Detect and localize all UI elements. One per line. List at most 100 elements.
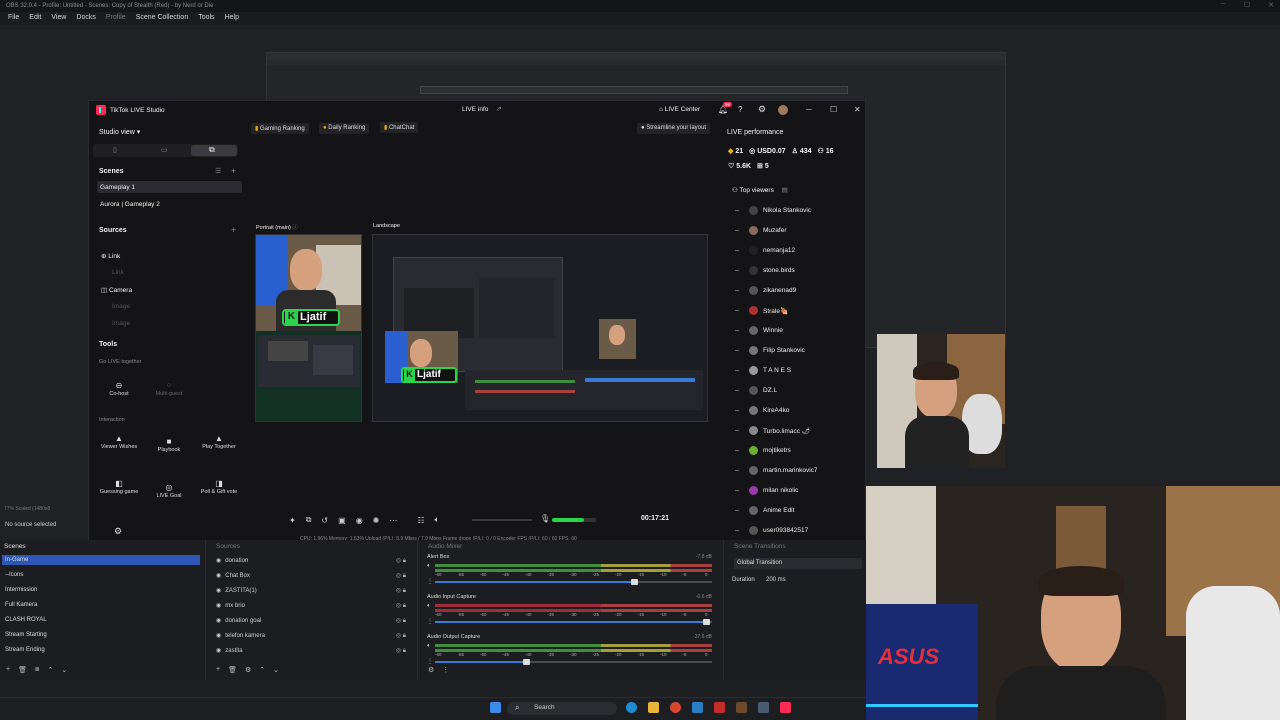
menu-view[interactable]: View [46, 12, 71, 25]
scene-list-item[interactable]: Full Kamera [5, 602, 37, 608]
source-list-item[interactable]: ◉ ZASTITA(1) ◎ 🔒︎ [216, 587, 406, 595]
volume-knob[interactable] [523, 659, 531, 665]
menu-scene-collection[interactable]: Scene Collection [131, 12, 194, 25]
landscape-view-icon[interactable]: ▭ [161, 146, 168, 154]
cohost-button[interactable]: ⊖ Co-host [99, 381, 139, 397]
menu-tools[interactable]: Tools [193, 12, 219, 25]
microphone-icon[interactable]: 🎙︎ [540, 514, 550, 523]
top-viewer-item[interactable]: Anime Edit [735, 506, 794, 515]
viewer-wishes-button[interactable]: ▲ Viewer Wishes [99, 434, 139, 450]
scene-list-item[interactable]: Stream Ending [5, 647, 45, 653]
source-list-item[interactable]: ◉ Chat Box ◎ 🔒︎ [216, 572, 406, 580]
live-goal-button[interactable]: ◎ LIVE Goal [149, 483, 189, 499]
top-viewer-item[interactable]: user093842517 [735, 526, 808, 535]
top-viewer-item[interactable]: zikanenad9 [735, 286, 796, 295]
windows-start-icon[interactable] [490, 702, 501, 713]
tiktok-taskbar-icon[interactable] [780, 702, 791, 713]
filter-icon[interactable]: ⧈ [35, 666, 39, 674]
add-source-icon[interactable]: + [231, 225, 236, 235]
top-viewer-item[interactable]: Muzafer [735, 226, 786, 235]
gaming-ranking-tab[interactable]: ▮ Gaming Ranking [251, 123, 309, 134]
volume-knob[interactable] [631, 579, 639, 585]
visibility-lock-icons[interactable]: ◎ 🔒︎ [396, 557, 406, 565]
add-scene-icon[interactable]: + [231, 166, 236, 176]
scene-list-item[interactable]: Intermission [5, 587, 37, 593]
more-icon[interactable]: ⋯ [389, 516, 397, 525]
up-icon[interactable]: ⌃ [259, 666, 265, 674]
speaker-icon[interactable]: 🔈︎ [427, 563, 431, 570]
record-icon[interactable]: ◉ [356, 516, 363, 525]
settings-gear-icon[interactable]: ⚙ [245, 666, 251, 674]
down-icon[interactable]: ⌄ [61, 666, 67, 674]
top-viewer-item[interactable]: Filip Stankovic [735, 346, 805, 355]
scene-item-aurora[interactable]: Aurora | Gameplay 2 [100, 201, 160, 208]
top-viewer-item[interactable]: DZ.L [735, 386, 777, 395]
add-icon[interactable]: + [216, 666, 220, 674]
transition-select[interactable]: Global Transition [734, 558, 862, 569]
portrait-canvas[interactable]: K Ljatif [255, 234, 362, 422]
visibility-lock-icons[interactable]: ◎ 🔒︎ [396, 587, 406, 595]
source-item-link-disabled[interactable]: Link [112, 269, 124, 276]
top-viewer-item[interactable]: martin.marinkovic7 [735, 466, 818, 475]
source-list-item[interactable]: ◉ zastita ◎ 🔒︎ [216, 647, 406, 655]
minimize-icon[interactable]: ─ [1221, 1, 1226, 9]
speaker-slider[interactable] [472, 519, 532, 521]
dual-view-icon[interactable]: ⧉ [209, 145, 215, 155]
steam-icon[interactable] [692, 702, 703, 713]
top-viewer-item[interactable]: T A N E S [735, 366, 791, 375]
chatchat-tab[interactable]: ▮ ChatChat [380, 122, 419, 133]
visibility-lock-icons[interactable]: ◎ 🔒︎ [396, 602, 406, 610]
visibility-lock-icons[interactable]: ◎ 🔒︎ [396, 632, 406, 640]
playbook-button[interactable]: ■ Playbook [149, 437, 189, 453]
streamline-layout-button[interactable]: ● Streamline your layout [637, 123, 710, 134]
scene-list-item[interactable]: Stream Starting [5, 632, 47, 638]
menu-profile[interactable]: Profile [101, 12, 131, 25]
mic-level-meter[interactable] [552, 518, 596, 522]
info-icon[interactable]: ⓘ [292, 225, 298, 231]
share-icon[interactable]: ⇗ [496, 105, 502, 113]
source-list-item[interactable]: ◉ telefon kamera ◎ 🔒︎ [216, 632, 406, 640]
scene-list-item[interactable]: CLASH ROYAL [5, 617, 47, 623]
menu-help[interactable]: Help [220, 12, 244, 25]
source-list-item[interactable]: ◉ mx brio ◎ 🔒︎ [216, 602, 406, 610]
up-icon[interactable]: ⌃ [47, 666, 53, 674]
clip-icon[interactable]: ▣ [338, 516, 346, 525]
live-center-link[interactable]: ⌂ LIVE Center [659, 106, 700, 113]
list-icon[interactable]: ☰ [215, 167, 221, 175]
source-item-image[interactable]: Image [112, 303, 130, 310]
more-icon[interactable]: ⋮ [427, 618, 433, 625]
visibility-lock-icons[interactable]: ◎ 🔒︎ [396, 647, 406, 655]
menu-docks[interactable]: Docks [71, 12, 100, 25]
taskbar-search[interactable]: ⌕ Search [507, 702, 617, 715]
add-icon[interactable]: + [6, 666, 10, 674]
trash-icon[interactable]: 🗑︎ [228, 666, 237, 674]
guessing-game-button[interactable]: ◧ Guessing game [99, 479, 139, 495]
folder-icon[interactable] [648, 702, 659, 713]
settings-gear-icon[interactable]: ⚙ [428, 666, 434, 674]
close-icon[interactable]: ✕ [1268, 1, 1274, 9]
more-icon[interactable]: ⋮ [427, 578, 433, 585]
top-viewer-item[interactable]: Turbo.limacc 🌶 [735, 426, 810, 435]
speaker-icon[interactable]: 🔈︎ [427, 643, 431, 650]
more-icon[interactable]: ⋮ [427, 658, 433, 665]
source-list-item[interactable]: ◉ donation goal ◎ 🔒︎ [216, 617, 406, 625]
more-tools-icon[interactable]: ⚙ [114, 526, 122, 537]
visibility-lock-icons[interactable]: ◎ 🔒︎ [396, 572, 406, 580]
scene-list-item[interactable]: --Icons [5, 572, 23, 578]
more-icon[interactable]: ⋮ [442, 666, 449, 674]
speaker-icon[interactable]: 🔈︎ [435, 515, 440, 525]
edge-icon[interactable] [626, 702, 637, 713]
scene-list-item[interactable]: In-Game [5, 557, 28, 563]
visibility-lock-icons[interactable]: ◎ 🔒︎ [396, 617, 406, 625]
source-item-camera[interactable]: ◫ Camera [101, 286, 132, 294]
source-list-item[interactable]: ◉ donation ◎ 🔒︎ [216, 557, 406, 565]
speaker-icon[interactable]: 🔈︎ [427, 603, 431, 610]
landscape-canvas[interactable]: K Ljatif [372, 234, 708, 422]
effects-icon[interactable]: ✺ [373, 516, 380, 525]
top-viewer-item[interactable]: Nikola Stankovic [735, 206, 811, 215]
screenshot-icon[interactable]: ⧉ [306, 515, 312, 525]
play-together-button[interactable]: ▲ Play Together [199, 434, 239, 450]
magic-icon[interactable]: ✦ [289, 516, 296, 525]
multiguest-button[interactable]: ⁘ Multi-guest [149, 381, 189, 397]
duration-input[interactable]: 200 ms [766, 577, 786, 583]
